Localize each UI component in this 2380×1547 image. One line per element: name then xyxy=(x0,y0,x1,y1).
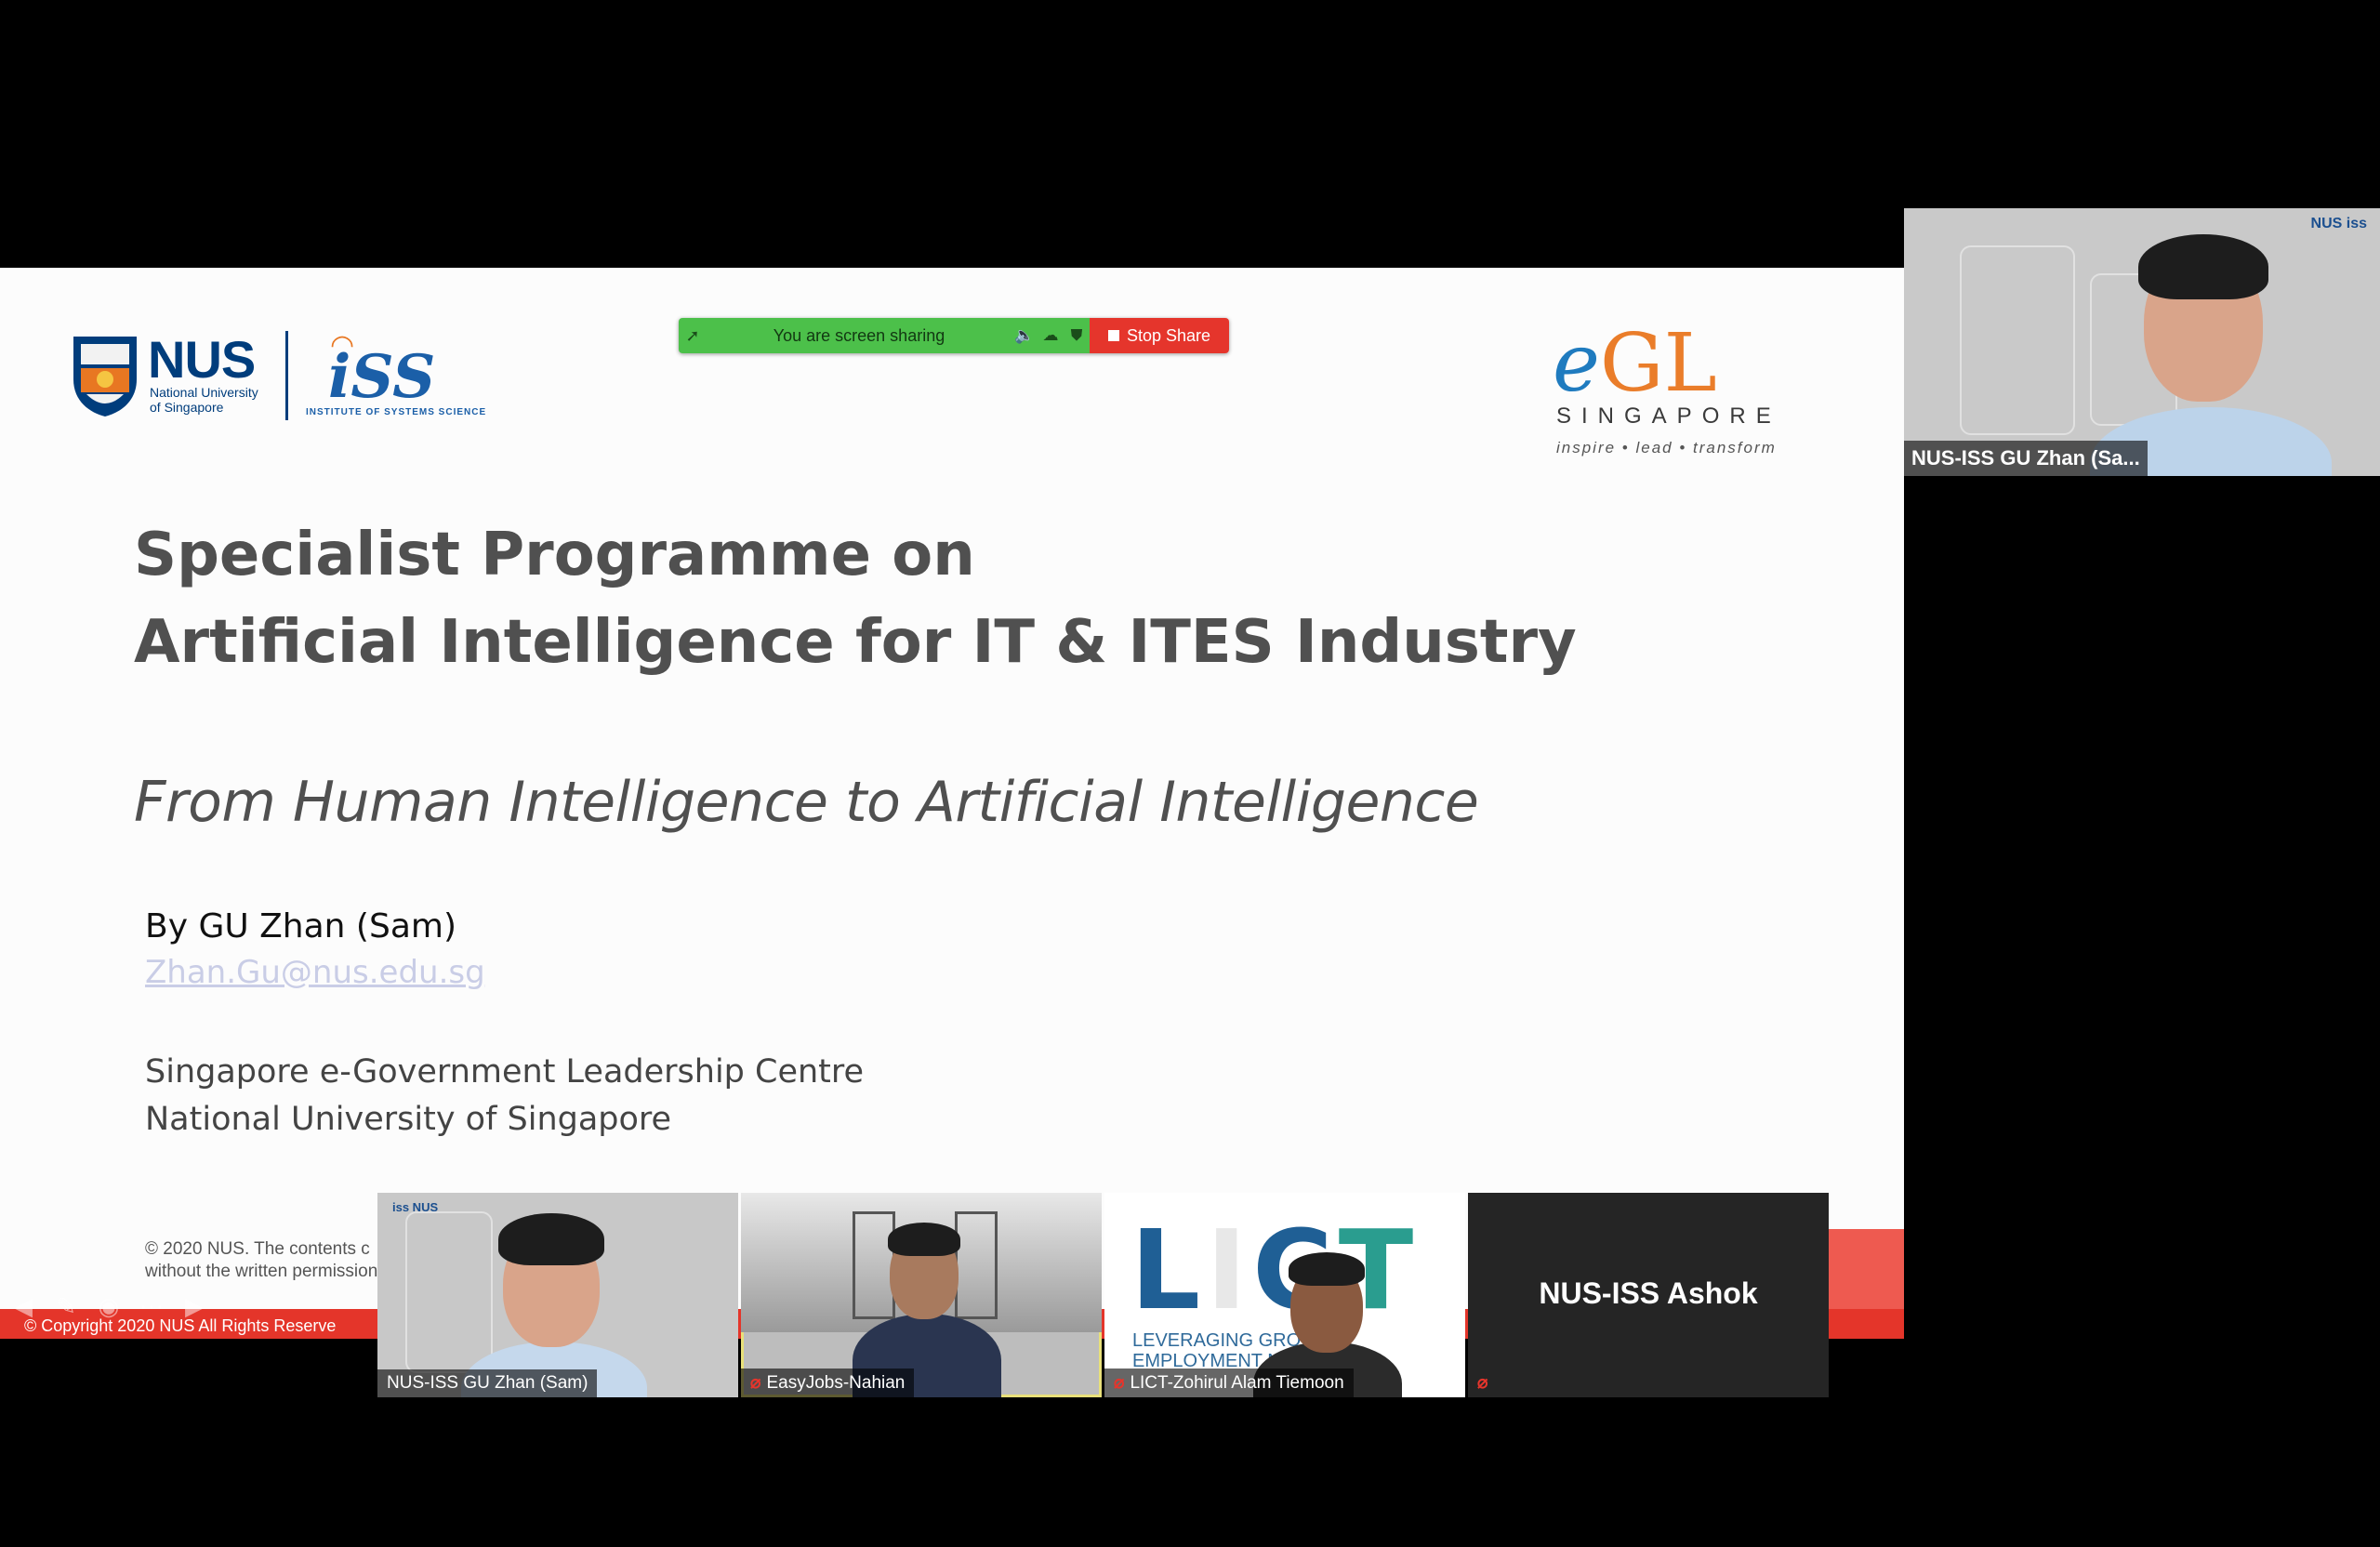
cloud-icon[interactable]: ☁ xyxy=(1038,326,1064,345)
screen-share-toolbar: ➚ You are screen sharing 🔈 ☁ ⛊ Stop Shar… xyxy=(679,318,1229,353)
egl-logo-tagline: inspire • lead • transform xyxy=(1556,439,1777,456)
egl-logo-mark: eGL xyxy=(1553,324,1717,403)
participant-video xyxy=(2071,221,2350,476)
stop-share-button[interactable]: Stop Share xyxy=(1090,318,1229,353)
audio-icon[interactable]: 🔈 xyxy=(1012,326,1038,345)
participant-name-label: ⌀ EasyJobs-Nahian xyxy=(741,1368,915,1397)
slide-organisation: Singapore e-Government Leadership Centre… xyxy=(145,1049,864,1144)
background-logos: iss NUS xyxy=(392,1200,439,1214)
participant-tile[interactable]: LICT LEVERAGING GROWTH EMPLOYMENT NANCE … xyxy=(1104,1193,1465,1397)
org-line2: National University of Singapore xyxy=(145,1101,672,1138)
slide-subtitle: From Human Intelligence to Artificial In… xyxy=(134,770,1479,835)
copyright-note: © 2020 NUS. The contents c without the w… xyxy=(145,1238,377,1283)
nus-logo-subtitle: National University of Singapore xyxy=(150,385,258,415)
author-email-link[interactable]: Zhan.Gu@nus.edu.sg xyxy=(145,954,485,991)
logo-separator xyxy=(285,331,288,420)
share-status-message: You are screen sharing xyxy=(773,325,945,345)
nus-crest-icon xyxy=(73,337,137,416)
slide-author: By GU Zhan (Sam) xyxy=(145,907,457,945)
org-line1: Singapore e-Government Leadership Centre xyxy=(145,1053,865,1091)
nus-logo-text: NUS xyxy=(148,330,256,389)
iss-logo-subtitle: INSTITUTE OF SYSTEMS SCIENCE xyxy=(306,407,487,417)
muted-mic-icon: ⌀ xyxy=(1477,1373,1488,1393)
participant-gallery: iss NUS NUS-ISS GU Zhan (Sam) ⌀ EasyJobs-… xyxy=(377,1193,1830,1397)
more-options-icon[interactable]: ⋯ xyxy=(134,1289,169,1324)
egl-singapore-logo: eGL SINGAPORE inspire • lead • transform xyxy=(1553,324,1850,456)
speaker-name-label: NUS-ISS GU Zhan (Sa... xyxy=(1904,441,2148,476)
participant-name-label: ⌀ LICT-Zohirul Alam Tiemoon xyxy=(1104,1368,1354,1397)
nus-logo-sub-line1: National University xyxy=(150,385,258,400)
speaker-video-tile[interactable]: NUS iss NUS-ISS GU Zhan (Sa... xyxy=(1904,208,2380,476)
background-sketch xyxy=(1960,245,2075,435)
stop-icon xyxy=(1107,330,1119,341)
nus-iss-logo: NUS National University of Singapore ◠ i… xyxy=(70,329,497,422)
slide-title-line1: Specialist Programme on xyxy=(134,521,975,589)
egl-logo-e: e xyxy=(1553,317,1600,410)
muted-mic-icon: ⌀ xyxy=(1114,1373,1125,1393)
pin-icon[interactable]: ➚ xyxy=(679,326,707,346)
participant-status: ⌀ xyxy=(1468,1368,1502,1397)
participant-display-name: NUS-ISS Ashok xyxy=(1539,1276,1758,1310)
pen-tool-icon[interactable]: ✎ xyxy=(48,1289,84,1324)
stop-share-label: Stop Share xyxy=(1126,325,1211,345)
egl-logo-singapore: SINGAPORE xyxy=(1556,403,1781,429)
participant-tile[interactable]: NUS-ISS Ashok ⌀ xyxy=(1468,1193,1829,1397)
slide-nav-controls: ◀ ✎ ◉ ⋯ ▶ xyxy=(6,1289,212,1324)
previous-slide-icon[interactable]: ◀ xyxy=(6,1289,41,1324)
copyright-note-line2: without the written permission xyxy=(145,1262,378,1281)
next-slide-icon[interactable]: ▶ xyxy=(177,1289,212,1324)
participant-name: EasyJobs-Nahian xyxy=(766,1373,906,1393)
share-status-bar[interactable]: ➚ You are screen sharing 🔈 ☁ ⛊ xyxy=(679,318,1090,353)
slide-title-line2: Artificial Intelligence for IT & ITES In… xyxy=(134,608,1577,677)
security-shield-icon[interactable]: ⛊ xyxy=(1064,326,1090,345)
slide-title: Specialist Programme on Artificial Intel… xyxy=(134,511,1577,686)
egl-logo-gl: GL xyxy=(1599,317,1717,410)
participant-tile[interactable]: iss NUS NUS-ISS GU Zhan (Sam) xyxy=(377,1193,738,1397)
nus-logo-sub-line2: of Singapore xyxy=(150,400,224,415)
muted-mic-icon: ⌀ xyxy=(750,1373,761,1393)
iss-logo-text: iSS xyxy=(328,342,436,412)
shared-slide: NUS National University of Singapore ◠ i… xyxy=(0,268,1904,1339)
slide-menu-icon[interactable]: ◉ xyxy=(91,1289,126,1324)
copyright-note-line1: © 2020 NUS. The contents c xyxy=(145,1239,370,1259)
participant-tile[interactable]: ⌀ EasyJobs-Nahian xyxy=(741,1193,1102,1397)
participant-name-label: NUS-ISS GU Zhan (Sam) xyxy=(377,1369,598,1397)
participant-video xyxy=(452,1202,656,1397)
participant-name: LICT-Zohirul Alam Tiemoon xyxy=(1130,1373,1344,1393)
